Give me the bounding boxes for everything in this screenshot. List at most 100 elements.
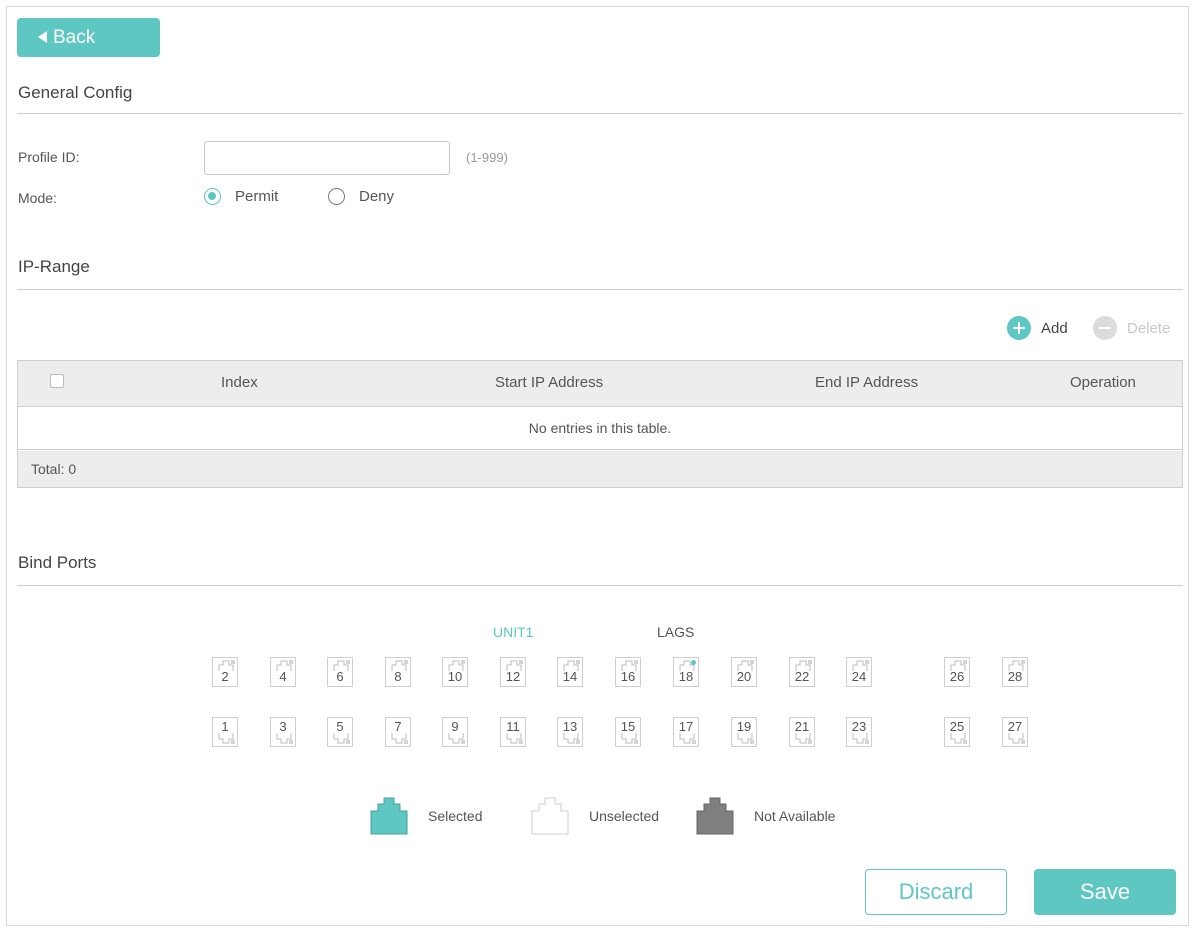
port-status-led bbox=[576, 740, 580, 744]
port-20[interactable]: 20 bbox=[731, 657, 757, 687]
port-status-led bbox=[865, 740, 869, 744]
delete-button[interactable]: Delete bbox=[1093, 316, 1170, 340]
port-15[interactable]: 15 bbox=[615, 717, 641, 747]
port-number: 11 bbox=[506, 719, 520, 734]
port-status-led bbox=[346, 740, 350, 744]
section-title-ip-range: IP-Range bbox=[18, 257, 90, 276]
port-8[interactable]: 8 bbox=[385, 657, 411, 687]
port-number: 25 bbox=[949, 719, 965, 734]
port-number: 24 bbox=[851, 669, 867, 684]
radio-unchecked-icon bbox=[328, 188, 345, 205]
back-arrow-icon bbox=[38, 31, 47, 43]
port-4[interactable]: 4 bbox=[270, 657, 296, 687]
port-25[interactable]: 25 bbox=[944, 717, 970, 747]
port-status-led bbox=[1021, 740, 1025, 744]
port-18[interactable]: 18 bbox=[673, 657, 699, 687]
port-1[interactable]: 1 bbox=[212, 717, 238, 747]
mode-deny-label: Deny bbox=[359, 188, 395, 205]
port-9[interactable]: 9 bbox=[442, 717, 468, 747]
legend-selected: Selected bbox=[370, 797, 482, 835]
port-status-led bbox=[750, 660, 754, 664]
mode-permit-label: Permit bbox=[235, 188, 279, 205]
column-header-end-ip: End IP Address bbox=[815, 374, 919, 391]
port-2[interactable]: 2 bbox=[212, 657, 238, 687]
port-status-led bbox=[692, 740, 696, 744]
port-status-led bbox=[1021, 660, 1025, 664]
port-22[interactable]: 22 bbox=[789, 657, 815, 687]
port-number: 18 bbox=[678, 669, 694, 684]
port-number: 15 bbox=[620, 719, 636, 734]
port-number: 13 bbox=[562, 719, 578, 734]
divider bbox=[17, 289, 1183, 290]
port-28[interactable]: 28 bbox=[1002, 657, 1028, 687]
column-header-operation: Operation bbox=[1070, 374, 1136, 391]
port-status-led bbox=[808, 660, 812, 664]
port-number: 27 bbox=[1007, 719, 1023, 734]
port-3[interactable]: 3 bbox=[270, 717, 296, 747]
port-21[interactable]: 21 bbox=[789, 717, 815, 747]
port-19[interactable]: 19 bbox=[731, 717, 757, 747]
port-status-led bbox=[750, 740, 754, 744]
port-status-led bbox=[519, 740, 523, 744]
delete-label: Delete bbox=[1127, 319, 1171, 337]
legend-selected-label: Selected bbox=[428, 808, 483, 824]
port-not-available-icon bbox=[696, 797, 734, 835]
port-status-led bbox=[289, 740, 293, 744]
port-10[interactable]: 10 bbox=[442, 657, 468, 687]
port-number: 5 bbox=[336, 719, 344, 734]
back-button-label: Back bbox=[53, 26, 96, 48]
add-label: Add bbox=[1041, 319, 1068, 337]
port-status-led bbox=[576, 660, 580, 664]
port-number: 12 bbox=[505, 669, 521, 684]
save-button[interactable]: Save bbox=[1034, 869, 1176, 915]
port-12[interactable]: 12 bbox=[500, 657, 526, 687]
port-status-led bbox=[808, 740, 812, 744]
legend-not-available: Not Available bbox=[696, 797, 835, 835]
mode-deny-radio[interactable]: Deny bbox=[328, 188, 394, 205]
port-number: 19 bbox=[736, 719, 752, 734]
port-number: 10 bbox=[447, 669, 463, 684]
port-status-led bbox=[404, 660, 408, 664]
lags-tab[interactable]: LAGS bbox=[657, 624, 694, 640]
port-status-led bbox=[404, 740, 408, 744]
mode-permit-radio[interactable]: Permit bbox=[204, 188, 278, 205]
legend-unselected-label: Unselected bbox=[589, 808, 660, 824]
column-header-index: Index bbox=[221, 374, 258, 391]
port-24[interactable]: 24 bbox=[846, 657, 872, 687]
divider bbox=[17, 585, 1183, 586]
port-5[interactable]: 5 bbox=[327, 717, 353, 747]
port-6[interactable]: 6 bbox=[327, 657, 353, 687]
port-number: 3 bbox=[279, 719, 287, 734]
add-button[interactable]: Add bbox=[1007, 316, 1068, 340]
port-number: 7 bbox=[394, 719, 402, 734]
port-11[interactable]: 11 bbox=[500, 717, 526, 747]
port-17[interactable]: 17 bbox=[673, 717, 699, 747]
port-number: 8 bbox=[394, 669, 402, 684]
port-27[interactable]: 27 bbox=[1002, 717, 1028, 747]
discard-button[interactable]: Discard bbox=[865, 869, 1007, 915]
port-number: 26 bbox=[949, 669, 965, 684]
profile-id-label: Profile ID: bbox=[18, 149, 80, 165]
port-7[interactable]: 7 bbox=[385, 717, 411, 747]
port-13[interactable]: 13 bbox=[557, 717, 583, 747]
profile-id-input[interactable] bbox=[204, 141, 450, 175]
port-16[interactable]: 16 bbox=[615, 657, 641, 687]
port-26[interactable]: 26 bbox=[944, 657, 970, 687]
profile-id-hint: (1-999) bbox=[466, 150, 508, 165]
port-selected-icon bbox=[370, 797, 408, 835]
table-header: Index Start IP Address End IP Address Op… bbox=[18, 361, 1182, 407]
back-button[interactable]: Back bbox=[17, 18, 160, 57]
add-circle-icon bbox=[1007, 316, 1031, 340]
select-all-checkbox[interactable] bbox=[50, 374, 64, 388]
port-23[interactable]: 23 bbox=[846, 717, 872, 747]
port-number: 9 bbox=[451, 719, 459, 734]
unit1-tab[interactable]: UNIT1 bbox=[493, 624, 533, 640]
port-number: 21 bbox=[794, 719, 810, 734]
port-unselected-icon bbox=[531, 797, 569, 835]
legend-not-available-label: Not Available bbox=[754, 808, 836, 824]
column-header-start-ip: Start IP Address bbox=[495, 374, 604, 391]
table-empty-message: No entries in this table. bbox=[18, 407, 1182, 450]
section-title-bind-ports: Bind Ports bbox=[18, 553, 97, 572]
section-title-general: General Config bbox=[18, 83, 133, 102]
port-14[interactable]: 14 bbox=[557, 657, 583, 687]
